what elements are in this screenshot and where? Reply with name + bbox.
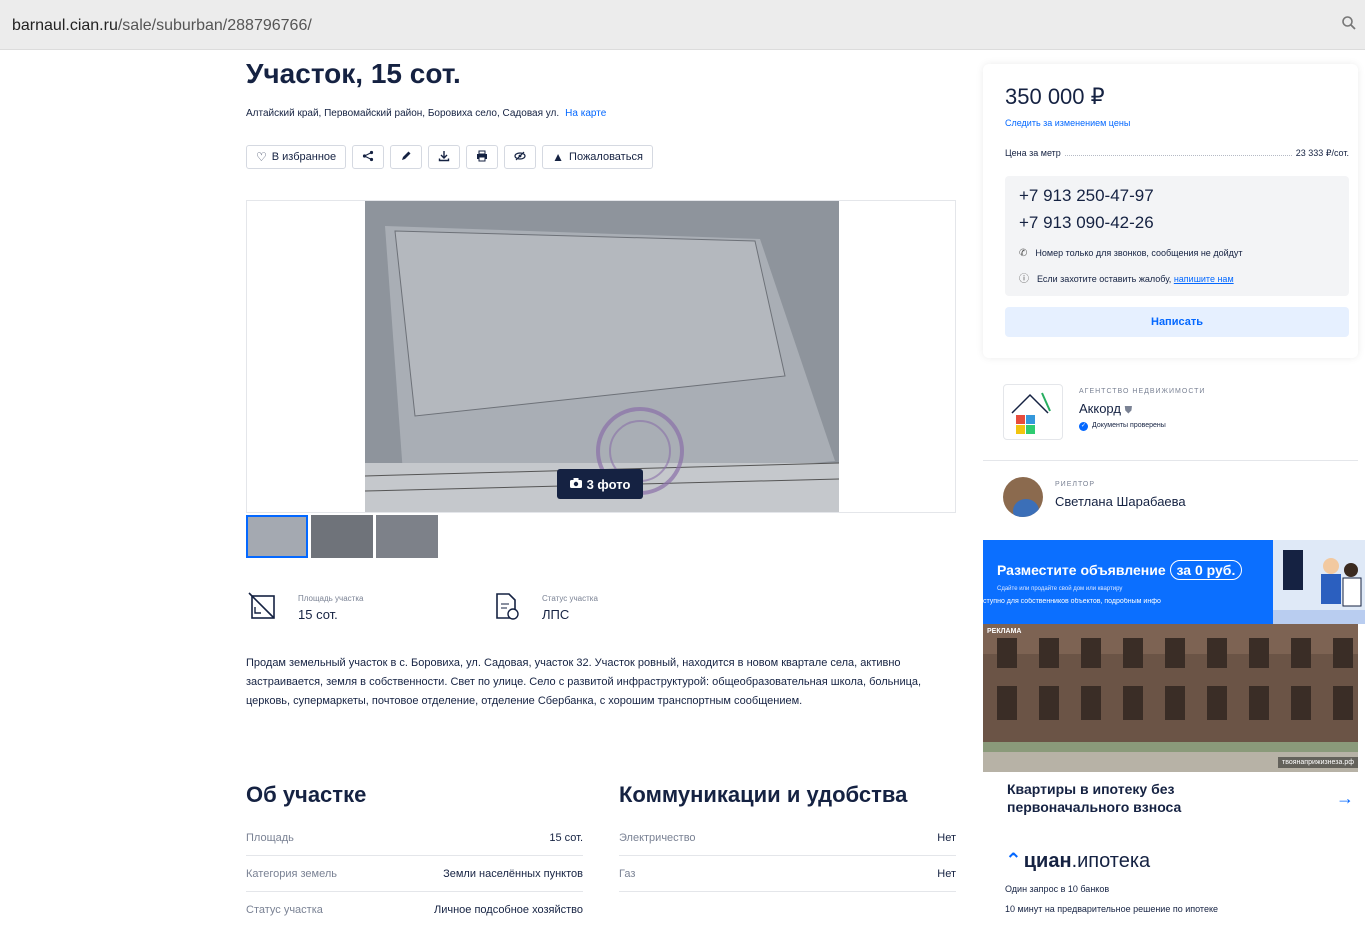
listing-description: Продам земельный участок в с. Боровиха, … xyxy=(246,657,922,707)
cian-mortgage-block[interactable]: ⌃ циан.ипотека Один запрос в 10 банков 10… xyxy=(983,840,1358,930)
arrow-right-icon[interactable]: → xyxy=(1336,788,1354,809)
area-icon xyxy=(246,590,278,622)
search-icon[interactable] xyxy=(1341,15,1359,33)
url-text[interactable]: barnaul.cian.ru/sale/suburban/288796766/ xyxy=(12,17,312,35)
camera-icon xyxy=(569,477,582,491)
post-ad-banner[interactable]: Разместите объявление за 0 руб. Сдайте и… xyxy=(983,540,1365,624)
utilities-table: Электричество Нет Газ Нет xyxy=(619,820,956,892)
thumbnail[interactable] xyxy=(246,515,308,558)
main-photo[interactable] xyxy=(365,201,839,512)
table-row: Категория земель Земли населённых пунктов xyxy=(246,856,583,892)
browser-address-bar[interactable]: barnaul.cian.ru/sale/suburban/288796766/ xyxy=(0,0,1365,50)
banner-title: Разместите объявление за 0 руб. xyxy=(997,560,1243,580)
complain-button[interactable]: ▲ Пожаловаться xyxy=(542,145,653,169)
cian-mortgage-logo: ⌃ циан.ипотека xyxy=(1005,850,1151,872)
phone-number[interactable]: +7 913 250-47-97 xyxy=(1019,186,1154,206)
pencil-icon xyxy=(400,150,412,165)
check-icon: ✓ xyxy=(1079,422,1088,431)
table-row: Статус участка Личное подсобное хозяйство xyxy=(246,904,583,916)
table-row: Площадь 15 сот. xyxy=(246,820,583,856)
thumbnail[interactable] xyxy=(376,515,438,558)
thumbnail[interactable] xyxy=(311,515,373,558)
shield-icon: ⛊ xyxy=(1124,405,1133,416)
key-facts: Площадь участка 15 сот. Статус участка Л… xyxy=(246,590,958,626)
price-per-unit: Цена за метр 23 333 ₽/сот. xyxy=(1005,148,1349,158)
edit-button[interactable] xyxy=(390,145,423,169)
mortgage-ad-text[interactable]: Квартиры в ипотеку без первоначального в… xyxy=(983,772,1358,832)
mortgage-ad-image[interactable]: РЕКЛАМА твоянаприжизнеза.рф xyxy=(983,624,1358,772)
print-icon xyxy=(476,150,488,165)
table-row: Электричество Нет xyxy=(619,820,956,856)
share-icon xyxy=(362,150,374,165)
avatar xyxy=(1003,477,1043,517)
about-table: Площадь 15 сот. Категория земель Земли нас… xyxy=(246,820,583,928)
heart-icon: ♡ xyxy=(256,150,267,164)
follow-price-link[interactable]: Следить за изменением цены xyxy=(1005,118,1130,128)
complaint-note: ⓘ Если захотите оставить жалобу, напишите… xyxy=(1019,274,1234,285)
documents-verified: ✓ Документы проверены xyxy=(1079,422,1166,431)
info-icon: ⓘ xyxy=(1019,274,1029,285)
phone-icon: ✆ xyxy=(1019,248,1028,259)
thumbnail-strip xyxy=(246,515,438,558)
listing-address: Алтайский край, Первомайский район, Боро… xyxy=(246,108,607,119)
warning-icon: ▲ xyxy=(552,150,565,164)
share-button[interactable] xyxy=(352,145,385,169)
listing-title: Участок, 15 сот. xyxy=(246,58,461,89)
document-icon xyxy=(490,590,522,622)
price: 350 000 ₽ xyxy=(1005,84,1105,109)
hide-icon xyxy=(514,150,526,165)
photo-gallery[interactable]: 3 фото xyxy=(246,200,956,513)
download-button[interactable] xyxy=(428,145,461,169)
price-card: 350 000 ₽ Следить за изменением цены Цен… xyxy=(983,64,1358,358)
fact-area: Площадь участка 15 сот. xyxy=(246,590,363,622)
hide-button[interactable] xyxy=(504,145,537,169)
about-section-title: Об участке xyxy=(246,782,367,807)
table-row: Газ Нет xyxy=(619,856,956,892)
calls-only-note: ✆ Номер только для звонков, сообщения не … xyxy=(1019,248,1243,259)
favorite-button[interactable]: ♡ В избранное xyxy=(246,145,347,169)
map-link[interactable]: На карте xyxy=(565,108,606,119)
contact-us-link[interactable]: напишите нам xyxy=(1174,274,1234,284)
utilities-section-title: Коммуникации и удобства xyxy=(619,782,908,807)
phones-box: +7 913 250-47-97 +7 913 090-42-26 ✆ Номер… xyxy=(1005,176,1349,296)
print-button[interactable] xyxy=(466,145,499,169)
realtor-card[interactable]: РИЕЛТОР Светлана Шарабаева xyxy=(983,460,1358,532)
fact-status: Статус участка ЛПС xyxy=(490,590,598,622)
phone-number[interactable]: +7 913 090-42-26 xyxy=(1019,213,1154,233)
agency-logo xyxy=(1003,384,1063,440)
agency-name: Аккорд ⛊ xyxy=(1079,401,1133,416)
photo-count-button[interactable]: 3 фото xyxy=(557,469,643,499)
write-message-button[interactable]: Написать xyxy=(1005,307,1349,337)
download-icon xyxy=(438,150,450,165)
action-bar: ♡ В избранное ▲ Пожаловаться xyxy=(246,145,653,169)
agency-card[interactable]: АГЕНТСТВО НЕДВИЖИМОСТИ Аккорд ⛊ ✓ Докумен… xyxy=(983,366,1358,454)
banner-illustration xyxy=(1273,540,1365,624)
realtor-name: Светлана Шарабаева xyxy=(1055,494,1186,509)
